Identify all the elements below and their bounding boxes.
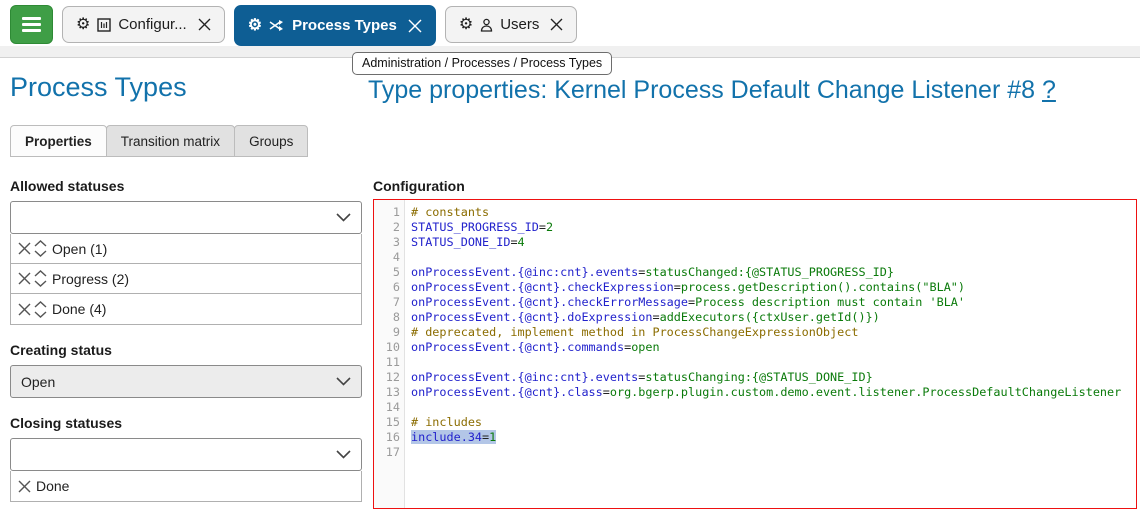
code-line[interactable] (411, 355, 1136, 370)
status-label: Done (36, 478, 69, 494)
chevron-down-icon (336, 213, 351, 222)
line-number: 12 (374, 370, 400, 385)
line-number: 15 (374, 415, 400, 430)
code-lines[interactable]: # constantsSTATUS_PROGRESS_ID=2STATUS_DO… (405, 200, 1136, 508)
line-number: 6 (374, 280, 400, 295)
remove-icon[interactable] (18, 303, 31, 316)
tab-groups[interactable]: Groups (234, 125, 308, 157)
gear-icon: ⚙ (76, 17, 90, 33)
tab-users[interactable]: ⚙ Users (445, 6, 578, 43)
chevron-down-icon (336, 377, 351, 386)
status-label: Open (1) (52, 241, 107, 257)
code-line[interactable]: onProcessEvent.{@inc:cnt}.events=statusC… (411, 370, 1136, 385)
list-item[interactable]: Open (1) (11, 234, 361, 264)
gear-icon: ⚙ (459, 17, 473, 33)
line-number: 5 (374, 265, 400, 280)
list-item[interactable]: Done (11, 471, 361, 501)
menu-button[interactable] (10, 5, 53, 44)
code-line[interactable]: onProcessEvent.{@inc:cnt}.events=statusC… (411, 265, 1136, 280)
line-number: 9 (374, 325, 400, 340)
closing-statuses-label: Closing statuses (10, 415, 362, 431)
page-title: Process Types (10, 72, 187, 103)
sort-icon[interactable] (34, 270, 47, 287)
closing-statuses-select[interactable] (10, 438, 362, 471)
code-line[interactable] (411, 445, 1136, 460)
line-number: 10 (374, 340, 400, 355)
code-line[interactable]: onProcessEvent.{@cnt}.checkExpression=pr… (411, 280, 1136, 295)
code-line[interactable]: # includes (411, 415, 1136, 430)
status-label: Progress (2) (52, 271, 129, 287)
line-number: 8 (374, 310, 400, 325)
remove-icon[interactable] (18, 272, 31, 285)
line-number: 17 (374, 445, 400, 460)
creating-status-label: Creating status (10, 342, 362, 358)
creating-status-select[interactable]: Open (10, 365, 362, 398)
code-line[interactable]: onProcessEvent.{@cnt}.doExpression=addEx… (411, 310, 1136, 325)
code-line[interactable] (411, 400, 1136, 415)
code-line[interactable]: # deprecated, implement method in Proces… (411, 325, 1136, 340)
status-label: Done (4) (52, 301, 106, 317)
close-icon[interactable] (198, 18, 211, 31)
line-number: 11 (374, 355, 400, 370)
properties-form: Allowed statuses Open (1) Progress (2) D… (10, 178, 362, 519)
tab-configuration[interactable]: ⚙ Configur... (62, 6, 225, 43)
line-number: 1 (374, 205, 400, 220)
tab-transition-matrix[interactable]: Transition matrix (106, 125, 235, 157)
code-line[interactable]: onProcessEvent.{@cnt}.checkErrorMessage=… (411, 295, 1136, 310)
line-number-gutter: 1234567891011121314151617 (374, 200, 405, 508)
code-line[interactable]: onProcessEvent.{@cnt}.commands=open (411, 340, 1136, 355)
code-line[interactable] (411, 250, 1136, 265)
tab-label: Users (500, 16, 539, 33)
selected-value: Open (21, 374, 55, 390)
sort-icon[interactable] (34, 240, 47, 257)
line-number: 16 (374, 430, 400, 445)
breadcrumb-tooltip: Administration / Processes / Process Typ… (352, 52, 612, 75)
list-item[interactable]: Done (4) (11, 294, 361, 324)
list-item[interactable]: Progress (2) (11, 264, 361, 294)
line-number: 7 (374, 295, 400, 310)
close-icon[interactable] (550, 18, 563, 31)
line-number: 14 (374, 400, 400, 415)
configuration-editor[interactable]: 1234567891011121314151617 # constantsSTA… (373, 199, 1137, 509)
hamburger-icon (22, 17, 41, 32)
line-number: 2 (374, 220, 400, 235)
user-icon (480, 18, 493, 32)
line-number: 13 (374, 385, 400, 400)
shuffle-icon (269, 19, 285, 32)
help-link[interactable]: ? (1042, 76, 1056, 104)
close-icon[interactable] (408, 19, 422, 33)
type-properties-title: Type properties: Kernel Process Default … (368, 76, 1056, 105)
allowed-statuses-list: Open (1) Progress (2) Done (4) (10, 234, 362, 325)
line-number: 4 (374, 250, 400, 265)
detail-tabs: Properties Transition matrix Groups (10, 125, 307, 157)
line-number: 3 (374, 235, 400, 250)
configuration-label: Configuration (373, 178, 465, 194)
code-line[interactable]: STATUS_DONE_ID=4 (411, 235, 1136, 250)
tab-properties[interactable]: Properties (10, 125, 107, 157)
tab-label: Process Types (292, 17, 397, 34)
tab-label: Configur... (118, 16, 186, 33)
code-line[interactable]: # constants (411, 205, 1136, 220)
chevron-down-icon (336, 450, 351, 459)
allowed-statuses-label: Allowed statuses (10, 178, 362, 194)
tab-process-types[interactable]: ⚙ Process Types (234, 5, 436, 46)
top-tab-bar: ⚙ Configur... ⚙ Process Types ⚙ Users (0, 0, 1140, 46)
code-line[interactable]: onProcessEvent.{@cnt}.class=org.bgerp.pl… (411, 385, 1136, 400)
gear-icon: ⚙ (248, 18, 262, 34)
configuration-icon (97, 18, 111, 32)
code-line[interactable]: include.34=1 (411, 430, 1136, 445)
closing-statuses-list: Done (10, 471, 362, 502)
remove-icon[interactable] (18, 242, 31, 255)
remove-icon[interactable] (18, 480, 31, 493)
code-line[interactable]: STATUS_PROGRESS_ID=2 (411, 220, 1136, 235)
sort-icon[interactable] (34, 301, 47, 318)
allowed-statuses-select[interactable] (10, 201, 362, 234)
